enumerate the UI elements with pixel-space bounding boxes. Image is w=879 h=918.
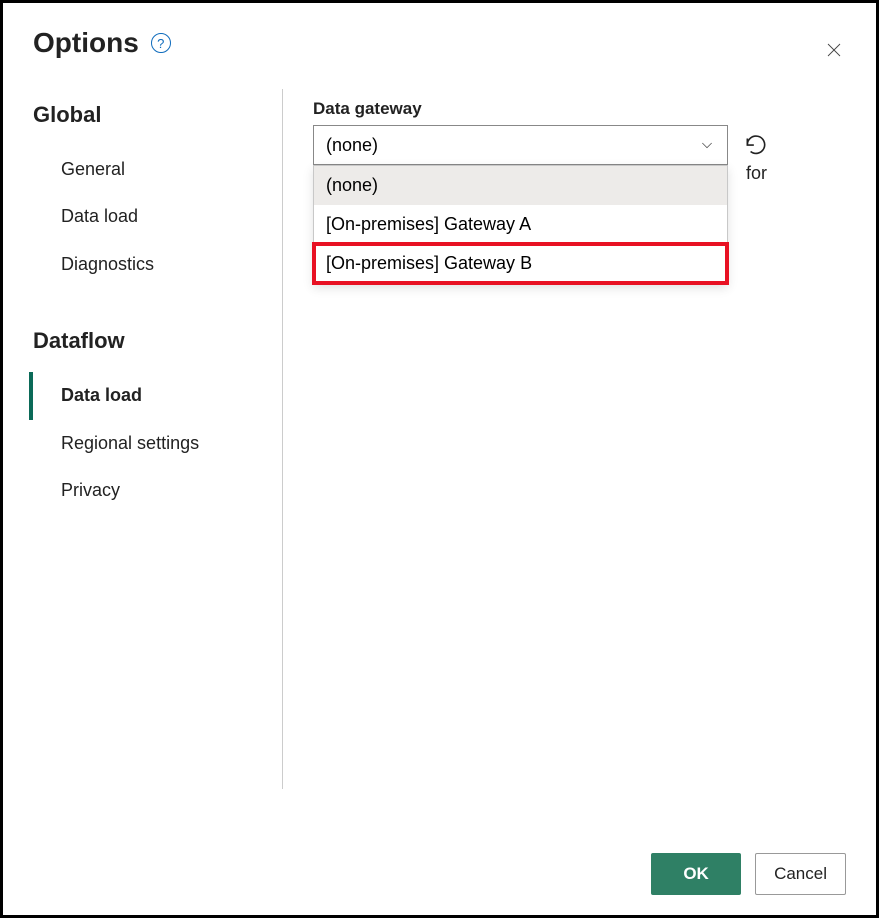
- sidebar-section-dataflow: Dataflow: [33, 328, 267, 354]
- sidebar-item-regional-settings[interactable]: Regional settings: [29, 420, 267, 467]
- dropdown-option-gateway-a[interactable]: [On-premises] Gateway A: [314, 205, 727, 244]
- cancel-button[interactable]: Cancel: [755, 853, 846, 895]
- close-icon: [825, 41, 843, 59]
- data-gateway-select[interactable]: (none): [313, 125, 728, 165]
- main-panel: Data gateway (none) for (none) [On-premi…: [283, 89, 846, 789]
- sidebar-item-global-data-load[interactable]: Data load: [29, 193, 267, 240]
- close-button[interactable]: [822, 38, 846, 62]
- data-gateway-selected-value: (none): [326, 135, 378, 156]
- chevron-down-icon: [699, 137, 715, 153]
- data-gateway-dropdown: (none) [On-premises] Gateway A [On-premi…: [313, 165, 728, 284]
- data-gateway-label: Data gateway: [313, 99, 846, 119]
- refresh-icon: [743, 132, 769, 158]
- trailing-hint-text: for: [746, 163, 767, 184]
- dropdown-option-none[interactable]: (none): [314, 166, 727, 205]
- sidebar-item-diagnostics[interactable]: Diagnostics: [29, 241, 267, 288]
- page-title: Options: [33, 27, 139, 59]
- refresh-gateways-button[interactable]: [738, 127, 774, 163]
- help-icon[interactable]: ?: [151, 33, 171, 53]
- ok-button[interactable]: OK: [651, 853, 741, 895]
- options-sidebar: Global General Data load Diagnostics Dat…: [33, 89, 283, 789]
- sidebar-section-global: Global: [33, 102, 267, 128]
- sidebar-item-dataflow-data-load[interactable]: Data load: [29, 372, 267, 419]
- sidebar-item-general[interactable]: General: [29, 146, 267, 193]
- dropdown-option-gateway-b[interactable]: [On-premises] Gateway B: [314, 244, 727, 283]
- help-icon-glyph: ?: [157, 36, 164, 51]
- sidebar-item-privacy[interactable]: Privacy: [29, 467, 267, 514]
